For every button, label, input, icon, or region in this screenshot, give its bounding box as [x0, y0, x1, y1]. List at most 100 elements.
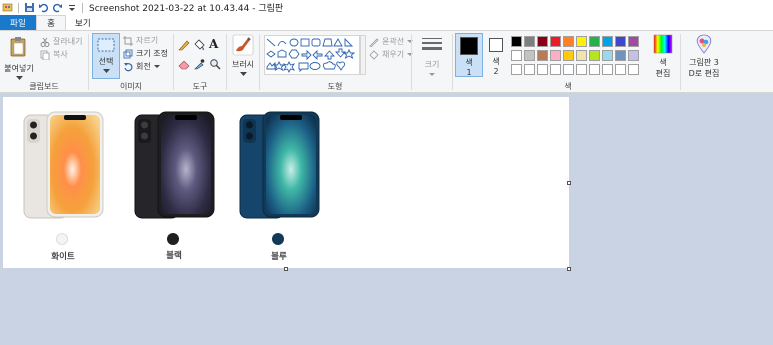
palette-color-swatch[interactable]	[628, 36, 639, 47]
phone-image-white	[23, 111, 105, 224]
palette-color-swatch[interactable]	[615, 50, 626, 61]
canvas-resize-handle-right[interactable]	[567, 181, 571, 185]
pencil-icon[interactable]	[178, 39, 190, 54]
palette-color-swatch[interactable]	[589, 36, 600, 47]
palette-color-swatch[interactable]	[563, 50, 574, 61]
color1-button[interactable]: 색 1	[455, 33, 483, 77]
cut-label: 잘라내기	[53, 37, 83, 46]
palette-color-swatch[interactable]	[537, 50, 548, 61]
palette-custom-color-slot[interactable]	[550, 64, 561, 75]
palette-custom-color-slot[interactable]	[563, 64, 574, 75]
copy-icon	[40, 50, 50, 60]
paint3d-label-1: 그림판 3	[689, 58, 719, 67]
tools-group-label: 도구	[192, 82, 208, 91]
outline-icon	[369, 37, 379, 47]
palette-custom-color-slot[interactable]	[602, 64, 613, 75]
eraser-icon[interactable]	[178, 58, 190, 73]
fill-bucket-icon[interactable]	[193, 39, 205, 54]
color2-button[interactable]: 색 2	[484, 33, 508, 77]
save-icon[interactable]	[24, 2, 35, 13]
palette-color-swatch[interactable]	[550, 36, 561, 47]
colors-group: 색 1 색 2 색 편집 그림판 3 D로 편집 색	[453, 31, 773, 93]
palette-custom-color-slot[interactable]	[589, 64, 600, 75]
palette-custom-color-slot[interactable]	[576, 64, 587, 75]
resize-label: 크기 조정	[136, 49, 168, 58]
tab-view[interactable]: 보기	[66, 15, 100, 30]
edit-with-paint3d-button[interactable]: 그림판 3 D로 편집	[682, 34, 726, 78]
tools-group: A 도구	[174, 31, 226, 93]
palette-custom-color-slot[interactable]	[537, 64, 548, 75]
size-group: 크기	[412, 31, 452, 93]
palette-color-swatch[interactable]	[524, 50, 535, 61]
color-dot-black	[167, 233, 179, 245]
select-rectangle-icon	[97, 38, 115, 52]
paint-app-icon[interactable]	[2, 2, 13, 13]
ribbon: 붙여넣기 잘라내기 복사 클립보드 선택 자르기 크기 조정 회전 이미지 A …	[0, 30, 773, 93]
magnifier-icon[interactable]	[209, 58, 221, 73]
crop-icon	[123, 35, 133, 46]
resize-button[interactable]: 크기 조정	[123, 48, 168, 59]
undo-icon[interactable]	[38, 2, 49, 13]
palette-color-swatch[interactable]	[576, 50, 587, 61]
scissors-icon	[40, 37, 50, 47]
size-label: 크기	[424, 60, 440, 69]
title-bar: Screenshot 2021-03-22 at 10.43.44 - 그림판	[0, 0, 773, 15]
chevron-down-icon	[153, 64, 160, 68]
color-dot-white	[56, 233, 68, 245]
palette-color-swatch[interactable]	[628, 50, 639, 61]
palette-custom-color-slot[interactable]	[628, 64, 639, 75]
outline-button[interactable]: 윤곽선	[369, 36, 414, 47]
palette-color-swatch[interactable]	[602, 50, 613, 61]
palette-custom-color-slot[interactable]	[511, 64, 522, 75]
brush-icon	[232, 34, 254, 56]
drawing-canvas[interactable]: 화이트 블랙 블루	[3, 97, 569, 268]
window-title: Screenshot 2021-03-22 at 10.43.44 - 그림판	[89, 4, 284, 14]
palette-custom-color-slot[interactable]	[615, 64, 626, 75]
variant-label-blue: 블루	[271, 252, 287, 262]
crop-button[interactable]: 자르기	[123, 35, 158, 46]
image-group: 선택 자르기 크기 조정 회전 이미지	[89, 31, 173, 93]
palette-color-swatch[interactable]	[511, 50, 522, 61]
palette-color-swatch[interactable]	[615, 36, 626, 47]
palette-color-swatch[interactable]	[563, 36, 574, 47]
clipboard-group: 붙여넣기 잘라내기 복사 클립보드	[0, 31, 88, 93]
separator	[82, 2, 83, 13]
palette-color-swatch[interactable]	[589, 50, 600, 61]
copy-button[interactable]: 복사	[40, 49, 68, 60]
size-button[interactable]: 크기	[420, 36, 444, 80]
palette-color-swatch[interactable]	[537, 36, 548, 47]
canvas-workspace[interactable]: 화이트 블랙 블루	[0, 94, 773, 345]
rotate-icon	[124, 62, 133, 71]
fill-button[interactable]: 채우기	[369, 49, 414, 60]
customize-toolbar-dropdown-icon[interactable]	[66, 2, 77, 13]
tab-home[interactable]: 홈	[36, 15, 66, 30]
palette-color-swatch[interactable]	[550, 50, 561, 61]
palette-color-swatch[interactable]	[576, 36, 587, 47]
cut-button[interactable]: 잘라내기	[40, 36, 82, 47]
select-button[interactable]: 선택	[92, 33, 120, 79]
palette-color-swatch[interactable]	[524, 36, 535, 47]
edit-colors-button[interactable]: 색 편집	[649, 34, 677, 78]
paste-button[interactable]: 붙여넣기	[4, 34, 34, 80]
shapes-group-label: 도형	[327, 82, 343, 91]
shapes-gallery-scrollbar[interactable]	[360, 35, 366, 75]
line-size-icon	[422, 38, 442, 50]
palette-color-swatch[interactable]	[511, 36, 522, 47]
redo-icon[interactable]	[52, 2, 63, 13]
shapes-gallery[interactable]	[264, 35, 360, 75]
rotate-button[interactable]: 회전	[123, 61, 160, 72]
crop-label: 자르기	[136, 36, 159, 45]
color-picker-icon[interactable]	[193, 58, 205, 73]
paste-icon	[10, 37, 26, 57]
paint3d-label-2: D로 편집	[688, 69, 720, 78]
select-label: 선택	[98, 57, 114, 66]
canvas-resize-handle-corner[interactable]	[567, 267, 571, 271]
palette-custom-color-slot[interactable]	[524, 64, 535, 75]
palette-color-swatch[interactable]	[602, 36, 613, 47]
colors-group-label: 색	[564, 82, 572, 91]
fill-label: 채우기	[382, 50, 405, 59]
brushes-button[interactable]: 브러시	[230, 34, 256, 80]
canvas-resize-handle-bottom[interactable]	[284, 267, 288, 271]
tab-file[interactable]: 파일	[0, 15, 36, 30]
text-tool-icon[interactable]: A	[209, 37, 218, 51]
